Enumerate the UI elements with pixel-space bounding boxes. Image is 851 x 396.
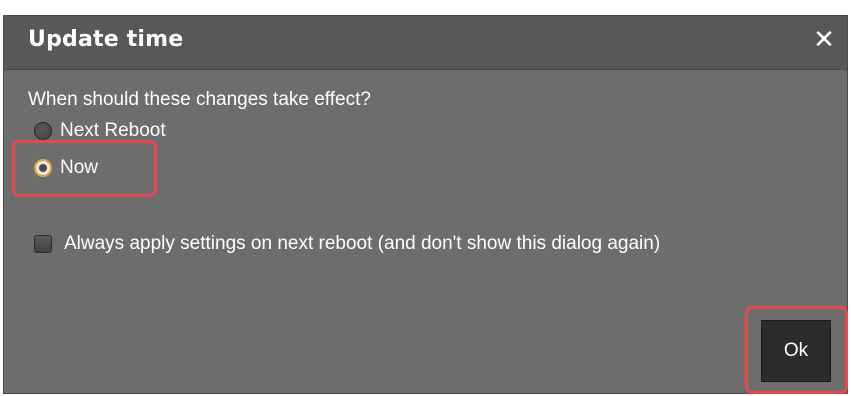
checkbox-unchecked-icon[interactable] — [34, 235, 52, 253]
ok-button-highlight — [745, 306, 848, 394]
update-time-dialog: Update time ✕ When should these changes … — [3, 15, 848, 394]
radio-next-reboot-label: Next Reboot — [60, 120, 166, 141]
dialog-title: Update time — [28, 27, 184, 52]
always-apply-label: Always apply settings on next reboot (an… — [64, 233, 661, 254]
radio-unselected-icon[interactable] — [34, 122, 52, 140]
always-apply-checkbox-option[interactable]: Always apply settings on next reboot (an… — [34, 231, 660, 257]
now-option-highlight — [12, 140, 157, 197]
question-text: When should these changes take effect? — [28, 89, 371, 110]
dialog-title-bar: Update time ✕ — [4, 16, 847, 70]
close-icon[interactable]: ✕ — [811, 25, 837, 55]
